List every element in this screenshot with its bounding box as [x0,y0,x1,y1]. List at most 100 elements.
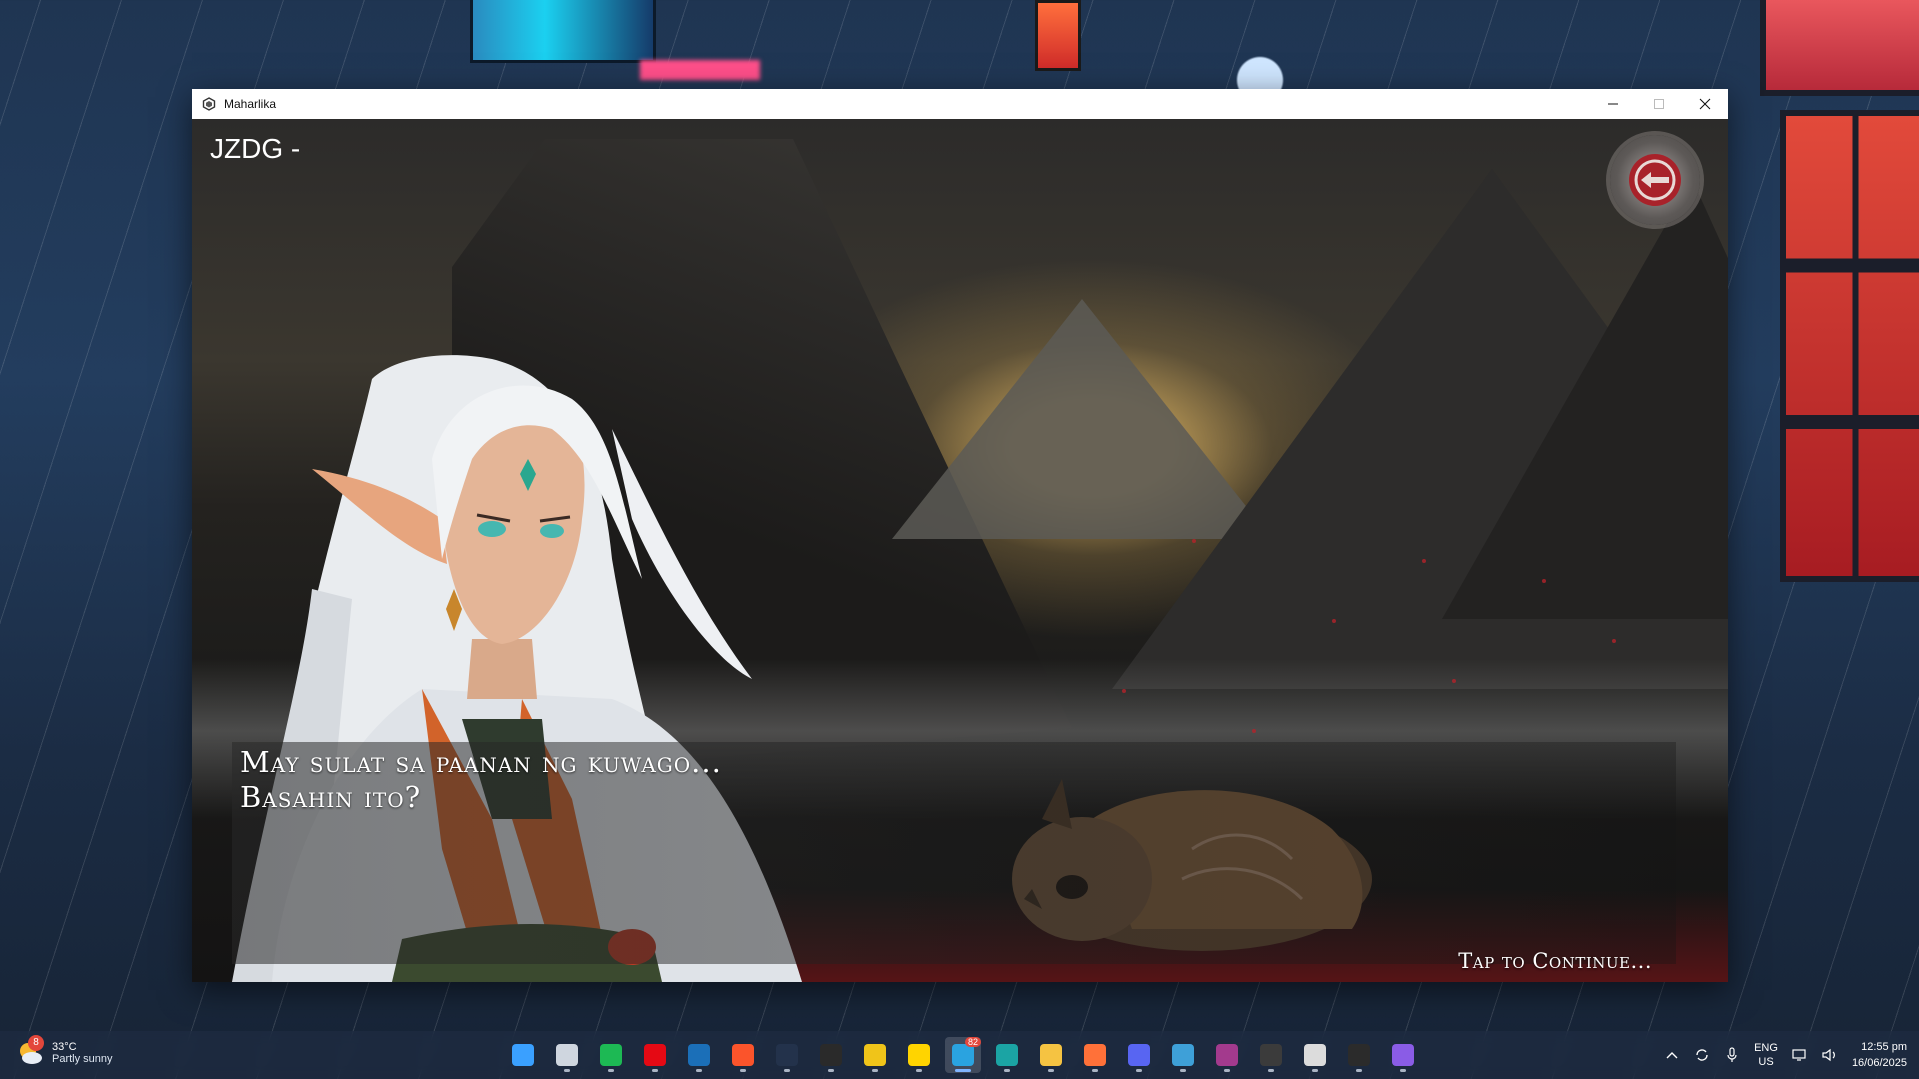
tap-to-continue[interactable]: Tap to Continue... [1458,949,1652,973]
running-indicator [1004,1069,1010,1072]
weather-temperature: 33°C [52,1041,77,1053]
taskbar-app-spotify[interactable] [593,1037,629,1073]
running-indicator [740,1069,746,1072]
taskbar-app-brave[interactable] [725,1037,761,1073]
taskbar-app-netflix[interactable] [637,1037,673,1073]
taskbar-app-unity[interactable] [1297,1037,1333,1073]
firefox-icon [1084,1044,1106,1066]
exit-arrow-icon [1629,154,1681,206]
running-indicator [1356,1069,1362,1072]
taskbar-app-telegram[interactable]: 82 [945,1037,981,1073]
taskbar-app-steam[interactable] [681,1037,717,1073]
wallpaper-neon-sign [470,0,656,63]
taskbar-app-discord[interactable] [1121,1037,1157,1073]
netflix-icon [644,1044,666,1066]
taskbar-app-app-dark[interactable] [769,1037,805,1073]
game-scene[interactable]: JZDG - May sulat sa paanan ng kuwago... … [192,119,1728,982]
volume-icon[interactable] [1822,1047,1838,1063]
ember-particle [1252,729,1256,733]
chevron-up-icon[interactable] [1664,1047,1680,1063]
game-title: JZDG - [210,133,301,164]
app-hexagon-icon [202,97,216,111]
epic-games-icon [820,1044,842,1066]
ember-particle [1612,639,1616,643]
running-indicator [784,1069,790,1072]
wallpaper-lantern [1035,0,1081,71]
running-indicator [1224,1069,1230,1072]
browser-globe-icon [1172,1044,1194,1066]
folder-purple-icon [1392,1044,1414,1066]
window-title: Maharlika [224,97,277,111]
taskbar-app-start[interactable] [505,1037,541,1073]
app-window: Maharlika JZDG - May sulat sa paanan ng … [192,89,1728,982]
running-indicator [1092,1069,1098,1072]
running-indicator [1400,1069,1406,1072]
taskbar: 8 33°C Partly sunny 82 ENG US 12:55 pm 1… [0,1031,1919,1079]
ember-particle [1122,689,1126,693]
taskbar-app-media-player[interactable] [1341,1037,1377,1073]
running-indicator [608,1069,614,1072]
brave-icon [732,1044,754,1066]
taskbar-app-obs[interactable] [1253,1037,1289,1073]
running-indicator [916,1069,922,1072]
window-controls [1590,89,1728,119]
sync-icon[interactable] [1694,1047,1710,1063]
weather-badge: 8 [28,1035,44,1051]
taskbar-app-edge[interactable] [989,1037,1025,1073]
running-indicator [955,1069,971,1072]
unity-icon [1304,1044,1326,1066]
background-mountain-right [1442,179,1728,619]
running-indicator [696,1069,702,1072]
ember-particle [1542,579,1546,583]
taskbar-app-browser-globe[interactable] [1165,1037,1201,1073]
sticky-notes-icon [908,1044,930,1066]
winrar-icon [1216,1044,1238,1066]
dialogue-text: May sulat sa paanan ng kuwago... Basahin… [240,745,722,814]
start-icon [512,1044,534,1066]
running-indicator [1180,1069,1186,1072]
taskbar-app-winrar[interactable] [1209,1037,1245,1073]
ember-particle [1422,559,1426,563]
spotify-icon [600,1044,622,1066]
weather-condition: Partly sunny [52,1053,113,1065]
running-indicator [564,1069,570,1072]
taskbar-app-file-explorer[interactable] [1033,1037,1069,1073]
system-tray: ENG US 12:55 pm 16/06/2025 [1664,1037,1907,1073]
taskbar-app-epic-games[interactable] [813,1037,849,1073]
running-indicator [652,1069,658,1072]
telegram-icon [952,1044,974,1066]
steam-icon [688,1044,710,1066]
maximize-button[interactable] [1636,89,1682,119]
exit-button[interactable] [1610,135,1700,225]
wallpaper-window-top [1760,0,1919,96]
media-player-icon [1348,1044,1370,1066]
close-button[interactable] [1682,89,1728,119]
taskbar-app-firefox[interactable] [1077,1037,1113,1073]
taskbar-app-sticky-notes[interactable] [901,1037,937,1073]
window-titlebar[interactable]: Maharlika [192,89,1728,119]
ember-particle [1192,539,1196,543]
notification-badge: 82 [964,1037,981,1047]
network-icon[interactable] [1792,1047,1808,1063]
weather-widget[interactable]: 8 33°C Partly sunny [16,1035,113,1067]
running-indicator [1268,1069,1274,1072]
microphone-icon[interactable] [1724,1047,1740,1063]
app-dark-icon [776,1044,798,1066]
discord-icon [1128,1044,1150,1066]
taskbar-apps: 82 [505,1037,1421,1073]
sticky-app-icon [864,1044,886,1066]
running-indicator [1136,1069,1142,1072]
clock[interactable]: 12:55 pm 16/06/2025 [1852,1039,1907,1071]
running-indicator [1312,1069,1318,1072]
file-explorer-icon [1040,1044,1062,1066]
taskbar-app-sticky-app[interactable] [857,1037,893,1073]
partly-sunny-icon: 8 [16,1035,44,1067]
running-indicator [1048,1069,1054,1072]
wallpaper-neon-glow [640,60,760,80]
wallpaper-window-right [1780,110,1919,582]
language-indicator[interactable]: ENG US [1754,1041,1778,1069]
taskbar-app-folder-purple[interactable] [1385,1037,1421,1073]
minimize-button[interactable] [1590,89,1636,119]
taskbar-app-task-view[interactable] [549,1037,585,1073]
ember-particle [1332,619,1336,623]
